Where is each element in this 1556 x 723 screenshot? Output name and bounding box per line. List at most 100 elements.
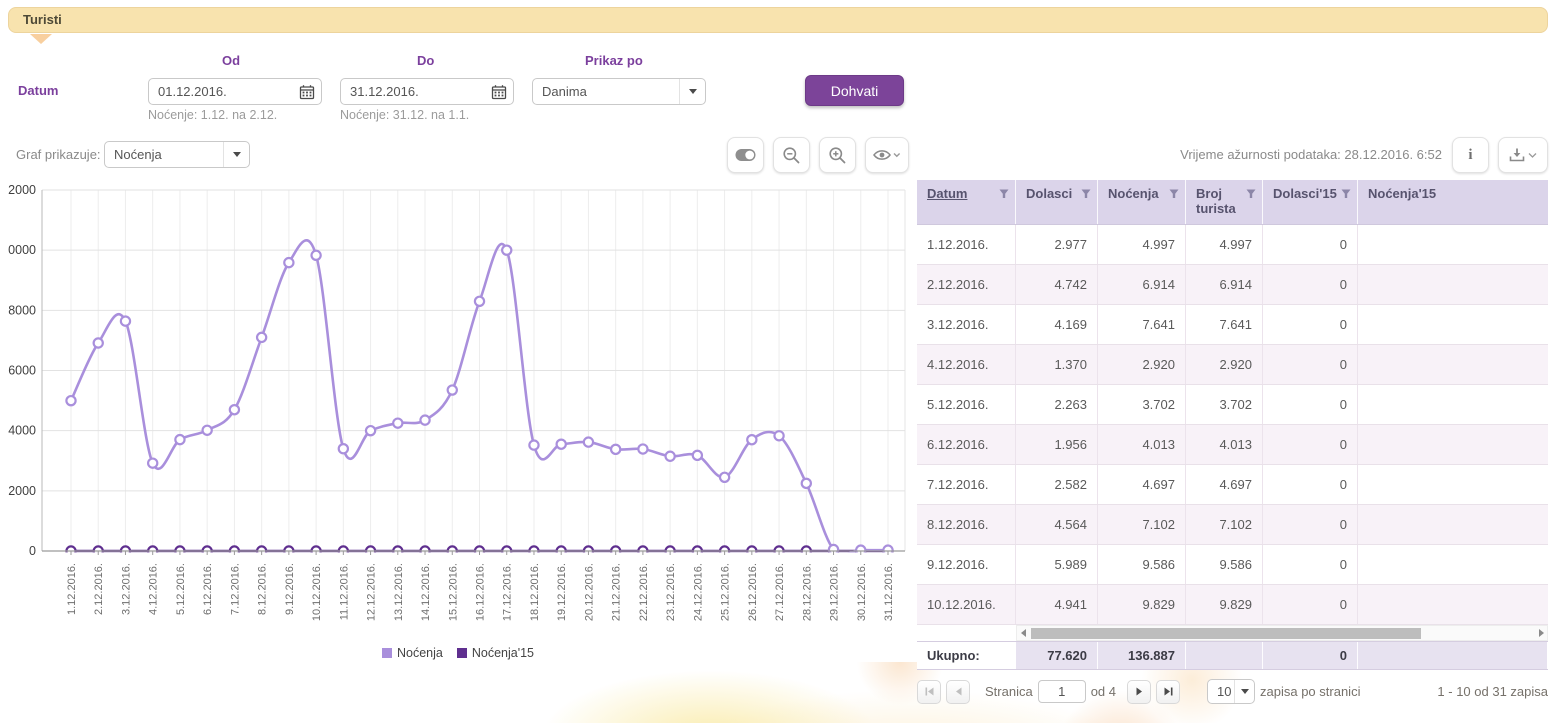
cell-value: 9.586 [1098, 545, 1186, 584]
table-row[interactable]: 4.12.2016.1.3702.9202.9200 [917, 345, 1548, 385]
svg-text:12000: 12000 [8, 183, 36, 197]
svg-text:8.12.2016.: 8.12.2016. [257, 563, 269, 615]
cell-value: 0 [1263, 385, 1358, 424]
chart-svg[interactable]: 0200040006000800010000120001.12.2016.2.1… [8, 183, 908, 643]
cell-value [1358, 585, 1547, 624]
scroll-right-arrow[interactable] [1535, 626, 1547, 640]
svg-text:22.12.2016.: 22.12.2016. [638, 563, 650, 621]
cell-value: 4.697 [1186, 465, 1263, 504]
chevron-down-icon [679, 79, 705, 104]
calendar-icon[interactable] [293, 79, 321, 104]
column-header-no-enja-15[interactable]: Noćenja'15 [1358, 180, 1547, 224]
column-header-dolasci[interactable]: Dolasci [1016, 180, 1098, 224]
column-header-dolasci-15[interactable]: Dolasci'15 [1263, 180, 1358, 224]
dohvati-button[interactable]: Dohvati [805, 75, 904, 106]
cell-value [1358, 425, 1547, 464]
graf-prikazuje-select[interactable]: Noćenja [104, 141, 250, 168]
turisti-tab[interactable]: Turisti [8, 7, 1548, 33]
calendar-icon[interactable] [485, 79, 513, 104]
cell-datum: 6.12.2016. [917, 425, 1016, 464]
cell-value: 4.013 [1186, 425, 1263, 464]
first-page-icon [924, 686, 935, 697]
cell-value: 7.102 [1186, 505, 1263, 544]
cell-value: 4.742 [1016, 265, 1098, 304]
cell-value: 4.997 [1098, 225, 1186, 264]
page-number-input[interactable] [1038, 680, 1086, 703]
column-header-label[interactable]: Dolasci'15 [1273, 186, 1337, 201]
cell-value: 6.914 [1098, 265, 1186, 304]
page: Turisti Datum Od Do Prikaz po Noćenje: 1… [0, 0, 1556, 723]
cell-value: 4.169 [1016, 305, 1098, 344]
chart-toolbar [727, 137, 909, 173]
visibility-menu-button[interactable] [865, 137, 909, 173]
date-from-field[interactable] [149, 84, 293, 99]
filter-icon[interactable] [1169, 189, 1179, 199]
svg-text:23.12.2016.: 23.12.2016. [665, 563, 677, 621]
chevron-down-icon [1234, 680, 1254, 703]
cell-value: 0 [1263, 225, 1358, 264]
cell-value: 2.582 [1016, 465, 1098, 504]
cell-value: 2.920 [1186, 345, 1263, 384]
first-page-button[interactable] [917, 680, 941, 704]
table-row[interactable]: 7.12.2016.2.5824.6974.6970 [917, 465, 1548, 505]
table-row[interactable]: 8.12.2016.4.5647.1027.1020 [917, 505, 1548, 545]
toggle-button[interactable] [727, 137, 764, 173]
od-label: Od [222, 53, 240, 68]
cell-datum: 10.12.2016. [917, 585, 1016, 624]
download-button[interactable] [1498, 137, 1548, 173]
scrollbar-thumb[interactable] [1031, 628, 1421, 639]
prikaz-po-select[interactable]: Danima [532, 78, 706, 105]
legend-item[interactable]: Noćenja [382, 646, 443, 660]
column-header-broj-turista[interactable]: Broj turista [1186, 180, 1263, 224]
last-page-button[interactable] [1156, 680, 1180, 704]
cell-value: 4.564 [1016, 505, 1098, 544]
prikaz-po-label: Prikaz po [585, 53, 643, 68]
graf-prikazuje-value: Noćenja [105, 147, 223, 162]
date-to-field[interactable] [341, 84, 485, 99]
cell-value: 7.102 [1098, 505, 1186, 544]
svg-text:15.12.2016.: 15.12.2016. [447, 563, 459, 621]
next-page-button[interactable] [1127, 680, 1151, 704]
date-from-input[interactable] [148, 78, 322, 105]
column-header-label[interactable]: Noćenja [1108, 186, 1159, 201]
cell-value [1358, 305, 1547, 344]
svg-text:2.12.2016.: 2.12.2016. [93, 563, 105, 615]
table-total-row: Ukupno: 77.620136.8870 [917, 641, 1548, 670]
page-size-select[interactable]: 10 [1207, 679, 1255, 704]
info-button[interactable]: i [1452, 137, 1489, 173]
filter-icon[interactable] [1341, 189, 1351, 199]
table-row[interactable]: 3.12.2016.4.1697.6417.6410 [917, 305, 1548, 345]
zoom-out-button[interactable] [773, 137, 810, 173]
table-row[interactable]: 6.12.2016.1.9564.0134.0130 [917, 425, 1548, 465]
zoom-in-button[interactable] [819, 137, 856, 173]
calendar-icon-glyph [299, 84, 315, 100]
cell-value: 0 [1263, 585, 1358, 624]
filter-icon[interactable] [1081, 189, 1091, 199]
filter-icon[interactable] [1246, 189, 1256, 199]
svg-text:16.12.2016.: 16.12.2016. [475, 563, 487, 621]
scroll-left-arrow[interactable] [1017, 626, 1029, 640]
column-header-label[interactable]: Noćenja'15 [1368, 186, 1436, 201]
filter-icon[interactable] [999, 189, 1009, 199]
horizontal-scrollbar[interactable] [1016, 625, 1548, 641]
tab-pointer-icon [30, 34, 52, 44]
column-header-label[interactable]: Dolasci [1026, 186, 1072, 201]
date-to-input[interactable] [340, 78, 514, 105]
column-header-no-enja[interactable]: Noćenja [1098, 180, 1186, 224]
tab-title: Turisti [23, 12, 62, 27]
svg-text:24.12.2016.: 24.12.2016. [692, 563, 704, 621]
table-row[interactable]: 2.12.2016.4.7426.9146.9140 [917, 265, 1548, 305]
table-row[interactable]: 9.12.2016.5.9899.5869.5860 [917, 545, 1548, 585]
column-header-label[interactable]: Datum [927, 186, 967, 201]
table-row[interactable]: 5.12.2016.2.2633.7023.7020 [917, 385, 1548, 425]
column-header-label[interactable]: Broj turista [1196, 186, 1246, 216]
legend-item[interactable]: Noćenja'15 [457, 646, 534, 660]
chart: 0200040006000800010000120001.12.2016.2.1… [8, 183, 908, 646]
cell-value: 3.702 [1186, 385, 1263, 424]
table-row[interactable]: 1.12.2016.2.9774.9974.9970 [917, 225, 1548, 265]
cell-value [1358, 265, 1547, 304]
table-row[interactable]: 10.12.2016.4.9419.8299.8290 [917, 585, 1548, 625]
previous-page-button[interactable] [946, 680, 970, 704]
svg-text:3.12.2016.: 3.12.2016. [120, 563, 132, 615]
column-header-datum[interactable]: Datum [917, 180, 1016, 224]
